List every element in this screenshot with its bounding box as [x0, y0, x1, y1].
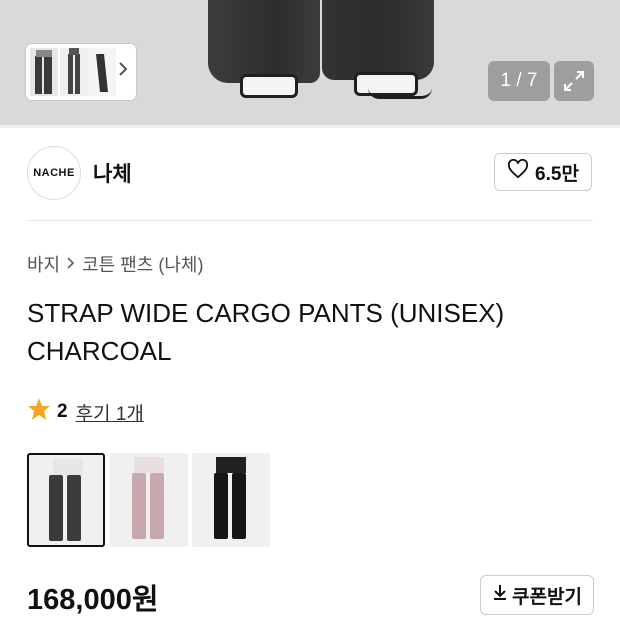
star-icon [27, 397, 51, 427]
download-icon [492, 583, 508, 607]
heart-icon [507, 158, 529, 185]
product-price: 168,000원 [27, 584, 159, 616]
rating-summary: 2 후기 1개 [27, 397, 144, 427]
coupon-label: 쿠폰받기 [512, 586, 582, 608]
chevron-right-icon[interactable] [118, 61, 128, 82]
gallery-thumbnail[interactable] [30, 48, 58, 96]
expand-icon[interactable] [554, 61, 594, 101]
gallery-thumbnail-strip[interactable] [26, 44, 136, 100]
product-photo-right-leg [322, 0, 434, 80]
gallery-divider [0, 125, 620, 128]
product-photo-left-leg [208, 0, 320, 83]
section-divider [27, 220, 593, 221]
brand-name[interactable]: 나체 [93, 158, 132, 188]
color-option-pink[interactable] [110, 453, 188, 547]
gallery-page-indicator: 1 / 7 [488, 61, 550, 101]
product-photo-shoe [240, 74, 298, 98]
breadcrumb-category[interactable]: 바지 [27, 251, 60, 277]
gallery-thumbnail[interactable] [88, 48, 116, 96]
color-option-charcoal[interactable] [27, 453, 105, 547]
product-title: STRAP WIDE CARGO PANTS (UNISEX) CHARCOAL [27, 298, 505, 366]
coupon-button[interactable]: 쿠폰받기 [480, 575, 594, 615]
like-count: 6.5만 [535, 163, 579, 185]
brand-logo[interactable]: NACHE [27, 146, 81, 200]
breadcrumb: 바지 코튼 팬츠 (나체) [27, 251, 203, 277]
rating-score: 2 [57, 401, 68, 422]
product-photo-strap [368, 88, 432, 99]
gallery-thumbnail[interactable] [60, 48, 88, 96]
like-button[interactable]: 6.5만 [494, 153, 592, 191]
color-option-black[interactable] [192, 453, 270, 547]
review-link[interactable]: 후기 1개 [76, 399, 144, 426]
breadcrumb-subcategory[interactable]: 코튼 팬츠 (나체) [82, 251, 203, 277]
chevron-right-icon [66, 254, 76, 275]
product-image-gallery[interactable]: 1 / 7 [0, 0, 620, 125]
